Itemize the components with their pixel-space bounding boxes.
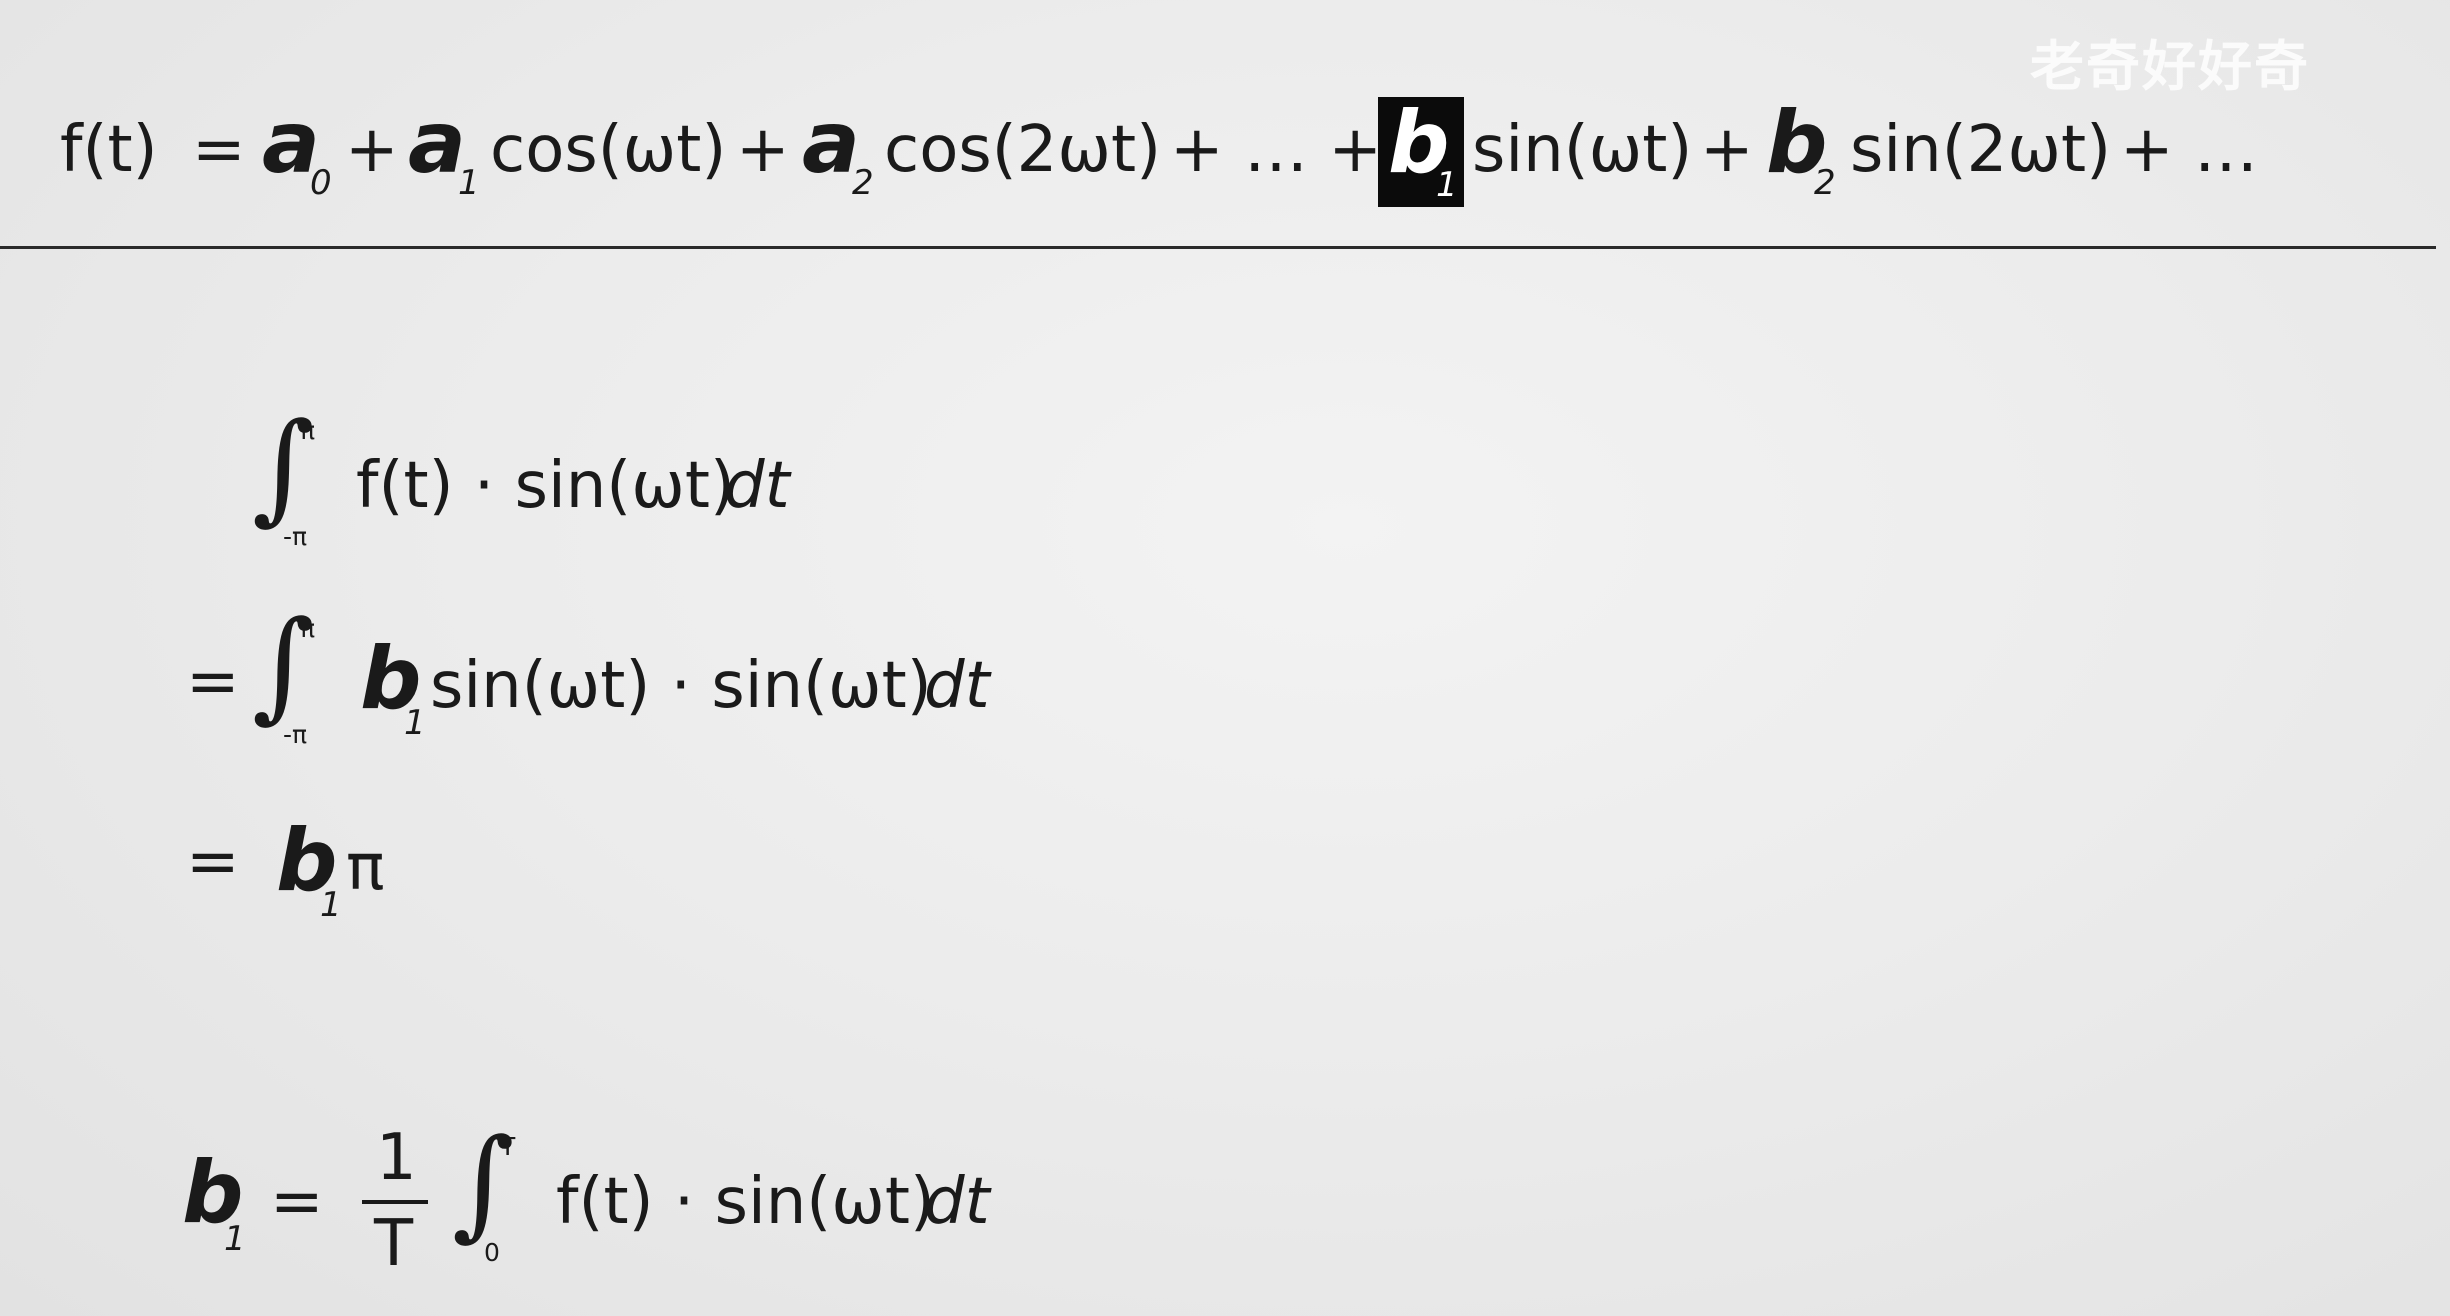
series-tail: + … [2120, 113, 2258, 187]
lower-limit: -π [283, 720, 308, 749]
plus-sign: + [345, 113, 399, 187]
differential-dt: dt [724, 449, 790, 523]
plus-sign: + [736, 113, 790, 187]
upper-limit: π [300, 416, 316, 445]
section-divider [0, 246, 2436, 249]
pi-symbol: π [346, 831, 385, 905]
cos-wt-term: cos(ωt) [490, 113, 727, 187]
subscript-0: 0 [310, 163, 332, 203]
sin-wt-term: sin(ωt) [1472, 113, 1693, 187]
equals-sign: = [186, 645, 240, 719]
plus-sign: + [1700, 113, 1754, 187]
equals-sign: = [186, 825, 240, 899]
equals-sign: = [270, 1165, 324, 1239]
lower-limit: -π [283, 522, 308, 551]
subscript-1: 1 [224, 1219, 246, 1259]
integrand: sin(ωt) · sin(ωt) [430, 649, 932, 723]
fraction-bar [362, 1200, 428, 1204]
integrand: f(t) · sin(ωt) [356, 449, 735, 523]
fraction-denominator: T [374, 1207, 414, 1281]
equals-sign: = [192, 113, 246, 187]
subscript-2: 2 [1814, 163, 1836, 203]
f-of-t: f(t) [60, 113, 158, 187]
plus-ellipsis: + … + [1170, 113, 1382, 187]
upper-limit: T [500, 1132, 516, 1161]
fraction-numerator: 1 [376, 1121, 417, 1195]
differential-dt: dt [924, 649, 990, 723]
lower-limit: 0 [484, 1238, 500, 1267]
upper-limit: π [300, 614, 316, 643]
differential-dt: dt [924, 1165, 990, 1239]
channel-watermark: 老奇好好奇 [2030, 35, 2310, 98]
subscript-1-highlighted: 1 [1436, 165, 1458, 205]
subscript-1: 1 [320, 885, 342, 925]
subscript-1: 1 [404, 703, 426, 743]
integrand: f(t) · sin(ωt) [556, 1165, 935, 1239]
sin-2wt-term: sin(2ωt) [1850, 113, 2112, 187]
subscript-2: 2 [852, 163, 874, 203]
subscript-1: 1 [458, 163, 480, 203]
cos-2wt-term: cos(2ωt) [884, 113, 1162, 187]
